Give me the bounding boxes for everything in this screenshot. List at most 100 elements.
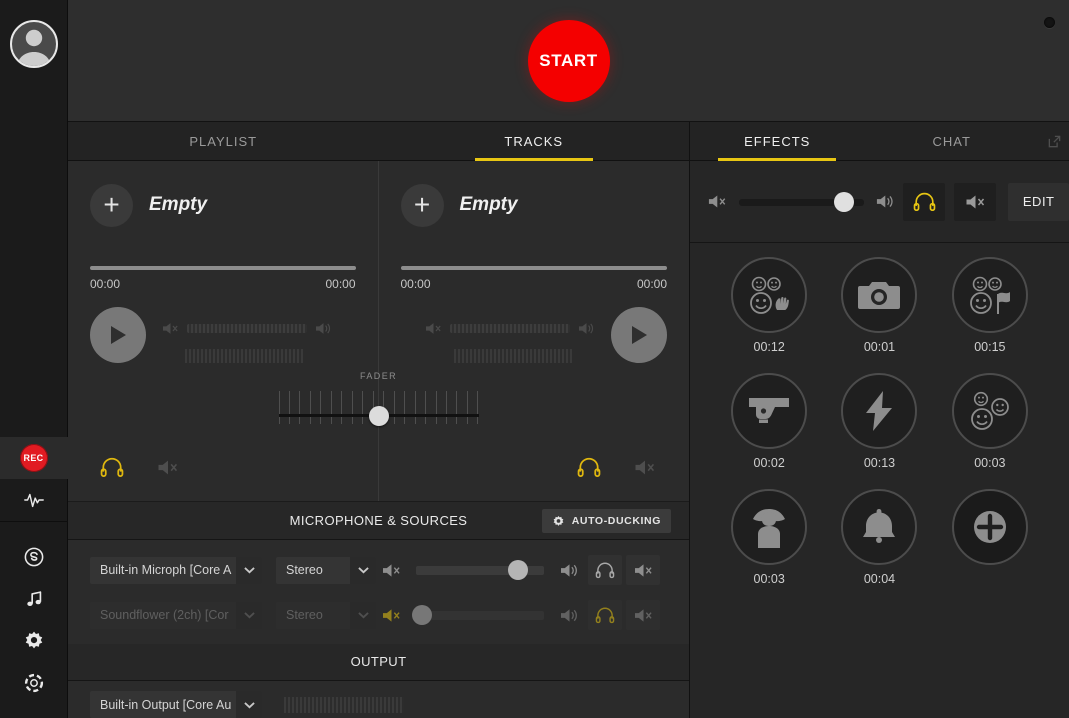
deck-right-mute-button[interactable]	[623, 449, 667, 485]
mute-icon[interactable]	[162, 321, 179, 336]
sidebar-primary-group: REC	[0, 437, 68, 718]
source-row: Soundflower (2ch) [Cor Stereo	[68, 593, 689, 638]
sidebar: REC	[0, 0, 68, 718]
effect-duration: 00:03	[974, 456, 1006, 470]
sidebar-item-music[interactable]	[0, 578, 68, 620]
effects-edit-button[interactable]: EDIT	[1008, 182, 1069, 221]
tracks-column: + Empty 00:00 00:00 + Empty 00:00 00:00 …	[68, 161, 690, 718]
microphone-section-header: MICROPHONE & SOURCES AUTO-DUCKING	[68, 502, 689, 540]
tab-effects[interactable]: EFFECTS	[690, 122, 865, 161]
tab-chat[interactable]: CHAT	[865, 122, 1040, 161]
deck-right-headphone-button[interactable]	[567, 449, 611, 485]
mute-icon	[634, 563, 652, 577]
sidebar-item-support[interactable]	[0, 662, 68, 704]
source-volume-knob[interactable]	[508, 560, 529, 581]
source-mute-low-button[interactable]	[376, 599, 406, 631]
effect-button-gun[interactable]	[731, 373, 808, 449]
source-device-select[interactable]: Soundflower (2ch) [Cor	[90, 601, 262, 629]
effect-duration: 00:13	[863, 456, 896, 470]
deck-left-add-button[interactable]: +	[90, 183, 133, 227]
source-channel-select[interactable]: Stereo	[276, 601, 376, 629]
start-button[interactable]: START	[527, 19, 610, 102]
effects-volume-knob[interactable]	[833, 191, 854, 212]
effect-item: 00:01	[841, 257, 918, 373]
effect-button-detective[interactable]	[731, 489, 808, 565]
sidebar-item-skype[interactable]	[0, 536, 68, 578]
tab-playlist[interactable]: PLAYLIST	[68, 122, 379, 161]
output-device-select[interactable]: Built-in Output [Core Au	[90, 691, 262, 718]
source-mute-low-button[interactable]	[376, 554, 406, 586]
source-mute-button[interactable]	[626, 600, 660, 631]
effect-button-camera[interactable]	[841, 257, 918, 333]
speaker-icon[interactable]	[315, 321, 332, 336]
deck-left-progress[interactable]	[90, 266, 356, 270]
mute-icon[interactable]	[708, 193, 727, 210]
source-volume-up-button[interactable]	[554, 554, 584, 586]
plus-icon	[973, 511, 1006, 543]
source-channel-select[interactable]: Stereo	[276, 556, 376, 584]
deck-right-total: 00:00	[636, 277, 667, 291]
decks-area: + Empty 00:00 00:00 + Empty 00:00 00:00 …	[68, 161, 690, 503]
sidebar-item-levels[interactable]	[0, 479, 68, 521]
open-external-button[interactable]	[1039, 122, 1069, 161]
effect-button-crowd[interactable]	[951, 373, 1028, 449]
mute-icon	[634, 608, 652, 622]
tab-bar: PLAYLIST TRACKS EFFECTS CHAT	[68, 122, 1069, 161]
external-link-icon	[1048, 135, 1060, 147]
source-volume-slider[interactable]	[412, 605, 544, 626]
source-device-label: Built-in Microph [Core A	[100, 563, 232, 578]
chevron-down-icon	[236, 556, 262, 584]
effect-item: 00:02	[731, 373, 808, 489]
deck-right-progress[interactable]	[400, 266, 667, 270]
crossfader: FADER	[278, 371, 479, 447]
source-volume-knob[interactable]	[412, 605, 433, 626]
headphone-icon	[913, 192, 936, 211]
effect-button-applause[interactable]	[731, 257, 808, 333]
source-device-select[interactable]: Built-in Microph [Core A	[90, 556, 262, 584]
sidebar-item-settings[interactable]	[0, 620, 68, 662]
deck-left-header: + Empty	[90, 181, 356, 229]
mute-icon[interactable]	[425, 321, 442, 336]
auto-ducking-button[interactable]: AUTO-DUCKING	[541, 509, 671, 534]
effect-duration: 00:03	[753, 572, 785, 586]
deck-left-play-button[interactable]	[90, 307, 146, 363]
tab-tracks[interactable]: TRACKS	[379, 122, 690, 161]
speaker-icon[interactable]	[578, 321, 595, 336]
effect-button-cheer[interactable]	[951, 257, 1028, 333]
deck-right-times: 00:00 00:00	[401, 277, 668, 291]
avatar[interactable]	[9, 20, 58, 68]
content-area: START PLAYLIST TRACKS EFFECTS CHAT + Emp…	[68, 0, 1069, 718]
deck-left-times: 00:00 00:00	[90, 277, 356, 291]
deck-right-add-button[interactable]: +	[400, 183, 444, 227]
effect-duration: 00:04	[863, 572, 896, 586]
speaker-icon[interactable]	[876, 193, 895, 210]
deck-right: + Empty 00:00 00:00	[379, 161, 690, 501]
fader-knob[interactable]	[368, 406, 389, 426]
deck-left-mute-button[interactable]	[146, 449, 190, 485]
headphone-icon	[595, 607, 615, 624]
source-headphone-button[interactable]	[588, 555, 622, 586]
deck-left-volume-slider[interactable]	[187, 324, 307, 333]
bell-icon	[863, 509, 896, 543]
fader-track[interactable]	[278, 391, 479, 447]
source-mute-button[interactable]	[626, 555, 660, 586]
deck-left-headphone-button[interactable]	[90, 449, 134, 485]
deck-right-volume-slider[interactable]	[450, 324, 570, 333]
effect-button-bell[interactable]	[841, 489, 918, 565]
source-headphone-button[interactable]	[588, 600, 622, 631]
source-volume-up-button[interactable]	[554, 599, 584, 631]
effect-add-button[interactable]	[951, 489, 1028, 565]
effect-button-lightning[interactable]	[841, 373, 918, 449]
effects-volume-slider[interactable]	[738, 191, 864, 212]
effects-mute-button[interactable]	[954, 182, 997, 221]
source-volume-slider[interactable]	[416, 560, 544, 581]
gun-icon	[749, 398, 790, 423]
sidebar-item-rec[interactable]: REC	[0, 437, 68, 479]
record-icon: REC	[19, 444, 48, 472]
effects-headphone-button[interactable]	[903, 182, 946, 221]
app-root: REC START PLAYLIST TRACKS EFFECTS CHAT +…	[0, 0, 1069, 718]
music-note-icon	[26, 591, 41, 607]
deck-right-play-button[interactable]	[611, 307, 667, 363]
deck-right-elapsed: 00:00	[400, 277, 431, 291]
mute-icon	[382, 563, 400, 577]
